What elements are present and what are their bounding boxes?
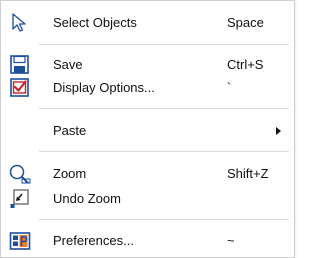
menu-item-shortcut: `: [227, 80, 232, 95]
menu-item-label: Zoom: [53, 166, 87, 181]
menu-separator: [39, 44, 289, 45]
menu-item-label: Display Options...: [53, 80, 155, 95]
menu-separator: [39, 151, 289, 152]
menu-item-shortcut: Shift+Z: [227, 166, 269, 181]
menu-item-undo-zoom[interactable]: Undo Zoom: [1, 187, 294, 211]
submenu-arrow-icon: [276, 127, 281, 135]
context-menu: Select Objects Space Save Ctrl+S Display…: [0, 0, 295, 258]
menu-separator: [39, 219, 289, 220]
menu-item-shortcut: Space: [227, 15, 264, 30]
menu-item-shortcut: ~: [227, 233, 235, 248]
menu-item-preferences[interactable]: Preferences... ~: [1, 229, 294, 253]
menu-item-save[interactable]: Save Ctrl+S: [1, 53, 294, 77]
menu-item-label: Preferences...: [53, 233, 134, 248]
display-options-icon: [9, 78, 31, 98]
menu-item-paste[interactable]: Paste: [1, 119, 294, 143]
menu-item-label: Paste: [53, 123, 87, 138]
menu-item-display-options[interactable]: Display Options... `: [1, 76, 294, 100]
preferences-icon: [9, 231, 31, 251]
menu-item-zoom[interactable]: Zoom Shift+Z: [1, 162, 294, 186]
save-icon: [9, 55, 31, 75]
menu-item-select-objects[interactable]: Select Objects Space: [1, 11, 294, 35]
menu-item-label: Select Objects: [53, 15, 137, 30]
menu-separator: [39, 108, 289, 109]
select-arrow-icon: [9, 13, 31, 33]
menu-item-shortcut: Ctrl+S: [227, 57, 264, 72]
zoom-icon: [9, 164, 31, 184]
undo-zoom-icon: [9, 189, 31, 209]
menu-item-label: Undo Zoom: [53, 191, 121, 206]
menu-item-label: Save: [53, 57, 83, 72]
